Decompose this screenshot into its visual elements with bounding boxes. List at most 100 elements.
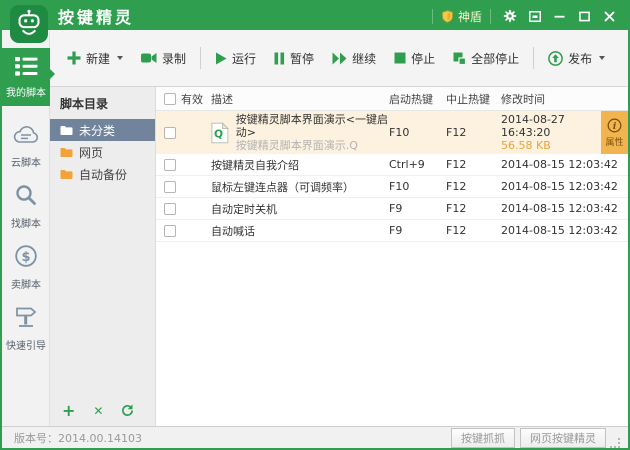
- stop-hotkey: F12: [446, 158, 467, 171]
- sidebar-item-my-scripts[interactable]: 我的脚本: [2, 48, 55, 106]
- sidebar-item-sell-scripts[interactable]: $ 卖脚本: [2, 236, 50, 297]
- table-row[interactable]: 按键精灵自我介绍 Ctrl+9 F12 2014-08-15 12:03:42: [156, 154, 628, 176]
- table-row[interactable]: 鼠标左键连点器（可调频率） F10 F12 2014-08-15 12:03:4…: [156, 176, 628, 198]
- titlebar-separator: [431, 8, 433, 24]
- publish-button[interactable]: 发布: [539, 44, 614, 73]
- script-title: 鼠标左键连点器（可调频率）: [211, 180, 354, 194]
- button-label: 继续: [352, 51, 377, 66]
- script-title: 按键精灵自我介绍: [211, 158, 299, 172]
- toolbar-separator: [533, 47, 535, 69]
- directory-item-web[interactable]: 网页: [50, 141, 155, 163]
- close-icon: [604, 11, 615, 21]
- camera-icon: [141, 53, 157, 63]
- settings-button[interactable]: [497, 2, 522, 30]
- pause-button[interactable]: 暂停: [265, 44, 323, 73]
- maximize-button[interactable]: [572, 2, 597, 30]
- cloud-icon: [13, 126, 39, 143]
- button-label: 全部停止: [471, 51, 520, 66]
- tray-button[interactable]: [522, 2, 547, 30]
- stop-hotkey: F12: [446, 224, 467, 237]
- titlebar-separator: [490, 8, 491, 24]
- row-checkbox[interactable]: [164, 126, 176, 139]
- select-all-checkbox[interactable]: [164, 92, 176, 105]
- script-subtitle: 按键精灵脚本界面演示.Q: [235, 139, 358, 152]
- file-size: 56.58 KB: [501, 139, 551, 152]
- folder-icon: [60, 169, 73, 179]
- sidebar-item-label: 找脚本: [11, 219, 41, 230]
- run-button[interactable]: 运行: [206, 44, 265, 73]
- modified-time: 2014-08-15 12:03:42: [501, 158, 618, 171]
- modified-time: 2014-08-15 12:03:42: [501, 202, 618, 215]
- stop-hotkey: F12: [446, 126, 467, 139]
- chevron-down-icon: [117, 56, 124, 60]
- refresh-button[interactable]: [121, 404, 134, 417]
- stop-icon: [394, 52, 406, 64]
- record-button[interactable]: 录制: [132, 44, 195, 73]
- tray-icon: [528, 10, 541, 22]
- key-capture-button[interactable]: 按键抓抓: [451, 427, 515, 448]
- app-window: 按键精灵 神盾 我的脚本 云脚本 找脚本 $ 卖脚本 快速引导 新建 录制 运行…: [0, 0, 630, 450]
- left-rail: 我的脚本 云脚本 找脚本 $ 卖脚本 快速引导: [2, 30, 55, 426]
- directory-actions: + ✕: [50, 396, 155, 426]
- column-description: 描述: [211, 92, 233, 106]
- row-checkbox[interactable]: [164, 180, 176, 193]
- continue-button[interactable]: 继续: [323, 44, 385, 73]
- maximize-icon: [579, 11, 590, 21]
- web-quickmacro-button[interactable]: 网页按键精灵: [520, 427, 606, 448]
- dollar-icon: $: [15, 245, 37, 267]
- new-button[interactable]: 新建: [58, 44, 132, 73]
- folder-icon: [60, 147, 73, 157]
- shield-icon: [442, 9, 453, 23]
- stop-button[interactable]: 停止: [385, 44, 444, 73]
- sidebar-item-find-scripts[interactable]: 找脚本: [2, 175, 50, 236]
- statusbar: 版本号：2014.00.14103 按键抓抓 网页按键精灵: [2, 426, 628, 448]
- minimize-button[interactable]: [547, 2, 572, 30]
- modified-time: 2014-08-15 12:03:42: [501, 180, 618, 193]
- start-hotkey: F9: [389, 202, 403, 215]
- minimize-icon: [554, 15, 565, 18]
- stop-all-icon: [453, 52, 467, 65]
- stop-all-button[interactable]: 全部停止: [444, 44, 528, 73]
- row-checkbox[interactable]: [164, 224, 176, 237]
- fast-forward-icon: [332, 52, 347, 64]
- row-checkbox[interactable]: [164, 158, 176, 171]
- button-label: 新建: [86, 51, 111, 66]
- app-title: 按键精灵: [58, 8, 135, 27]
- plus-icon: [67, 51, 81, 65]
- signpost-icon: [16, 307, 37, 327]
- row-checkbox[interactable]: [164, 202, 176, 215]
- shield-badge-label: 神盾: [457, 9, 482, 24]
- sidebar-item-cloud-scripts[interactable]: 云脚本: [2, 116, 50, 175]
- toolbar-separator: [200, 47, 202, 69]
- add-folder-button[interactable]: +: [62, 402, 75, 418]
- table-row[interactable]: 自动定时关机 F9 F12 2014-08-15 12:03:42: [156, 198, 628, 220]
- folder-icon: [60, 125, 73, 135]
- resize-grip[interactable]: [610, 438, 620, 448]
- chevron-down-icon: [599, 56, 606, 60]
- directory-item-label: 自动备份: [79, 167, 128, 182]
- stop-hotkey: F12: [446, 180, 467, 193]
- shield-badge[interactable]: 神盾: [439, 8, 484, 25]
- properties-button[interactable]: i 属性: [601, 111, 628, 154]
- script-table: 有效 描述 启动热键 中止热键 修改时间 Q 按键精灵脚本界面演示<一键启动> …: [156, 87, 628, 426]
- list-icon: [15, 57, 38, 76]
- directory-item-auto-backup[interactable]: 自动备份: [50, 163, 155, 185]
- directory-item-uncategorized[interactable]: 未分类: [50, 119, 155, 141]
- directory-item-label: 未分类: [79, 123, 116, 138]
- sidebar-item-label: 卖脚本: [11, 280, 41, 291]
- sidebar-item-label: 云脚本: [11, 158, 41, 169]
- search-icon: [16, 185, 36, 205]
- button-label: 录制: [162, 51, 187, 66]
- table-row[interactable]: Q 按键精灵脚本界面演示<一键启动> 按键精灵脚本界面演示.Q F10 F12 …: [156, 111, 628, 154]
- start-hotkey: F9: [389, 224, 403, 237]
- info-icon: i: [607, 118, 622, 132]
- sidebar-item-label: 我的脚本: [6, 88, 46, 99]
- close-button[interactable]: [597, 2, 622, 30]
- delete-folder-button[interactable]: ✕: [93, 405, 103, 417]
- column-start-hotkey: 启动热键: [389, 92, 433, 106]
- button-label: 停止: [411, 51, 436, 66]
- column-stop-hotkey: 中止热键: [446, 92, 490, 106]
- table-row[interactable]: 自动喊话 F9 F12 2014-08-15 12:03:42: [156, 220, 628, 242]
- version-label: 版本号：2014.00.14103: [14, 431, 142, 445]
- sidebar-item-quick-guide[interactable]: 快速引导: [2, 297, 50, 358]
